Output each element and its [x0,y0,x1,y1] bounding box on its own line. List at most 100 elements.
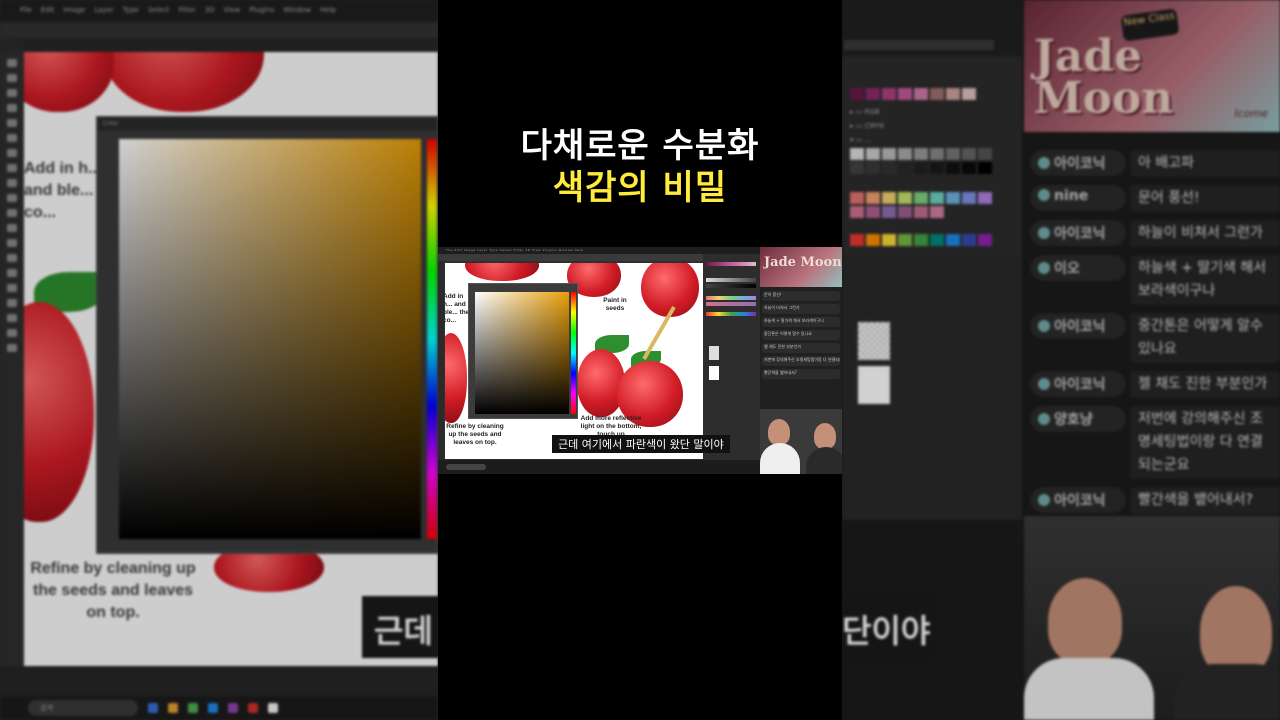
color-field[interactable] [119,139,421,539]
windows-taskbar: 검색 [0,696,438,720]
background-layer-thumbnail[interactable] [858,366,890,404]
folder-icon[interactable] [168,703,178,713]
marquee-tool-icon[interactable] [7,74,17,82]
photoshop-panels: ▸ ▭ RGB ▸ ▭ CMYK ▾ ▭ ... [842,0,1022,520]
inner-screen-recording: File Edit Image Layer Type Select Filter… [438,247,842,474]
stream-logo-panel: New Class Jade Moon Icome [1024,0,1280,132]
webcam-feed [1024,516,1280,720]
menu-filter[interactable]: Filter [178,6,195,22]
avatar [1038,320,1050,332]
menu-plugins[interactable]: Plugins [249,6,274,22]
chat-text: 문어 풍선! [1130,185,1280,212]
inner-webcam [760,409,842,474]
brush-tool-icon[interactable] [7,164,17,172]
chat-message: 아이코닉 젤 채도 진한 부분인가 [1030,371,1280,398]
avatar [1038,157,1050,169]
signature: Icome [1234,107,1268,120]
menu-layer[interactable]: Layer [94,6,114,22]
inner-hue-slider [571,292,576,414]
strawberry-art [445,333,467,423]
streamer-shirt [1174,664,1280,720]
select-tool-icon[interactable] [7,104,17,112]
inner-right-panels [703,254,760,462]
menu-3d[interactable]: 3D [205,6,215,22]
photoshop-icon[interactable] [208,703,218,713]
inner-layer-thumb [709,346,719,360]
zoom-tool-icon[interactable] [7,344,17,352]
chat-message: 아이코닉 중간톤은 어떻게 알수 있나요 [1030,313,1280,363]
eraser-tool-icon[interactable] [7,209,17,217]
layers-panel [842,256,1022,520]
swatch-folder-rgb[interactable]: ▸ ▭ RGB [850,108,880,116]
heal-tool-icon[interactable] [7,149,17,157]
status-bar [0,666,438,696]
menu-image[interactable]: Image [63,6,85,22]
type-tool-icon[interactable] [7,284,17,292]
app-icon[interactable] [248,703,258,713]
menu-select[interactable]: Select [148,6,170,22]
inner-color-picker [468,283,578,419]
history-brush-icon[interactable] [7,194,17,202]
crop-tool-icon[interactable] [7,119,17,127]
chat-text: 아 배고파 [1130,150,1280,177]
photoshop-menubar: File Edit Image Layer Type Select Filter… [0,0,438,22]
chat-username: 아이코닉 [1054,226,1106,242]
menu-window[interactable]: Window [283,6,311,22]
pen-tool-icon[interactable] [7,269,17,277]
inner-toolbar [438,261,444,461]
app-icon[interactable] [228,703,238,713]
menu-type[interactable]: Type [123,6,139,22]
short-video-frame[interactable]: 다채로운 수분화 색감의 비밀 File Edit Image Layer Ty… [438,0,842,720]
swatch-folder-cmyk[interactable]: ▸ ▭ CMYK [850,122,884,130]
chat-username: nine [1054,188,1089,204]
path-tool-icon[interactable] [7,299,17,307]
bg-caption-left: 근데 [362,596,438,658]
layer-thumbnail[interactable] [858,322,890,360]
menu-edit[interactable]: Edit [41,6,55,22]
chat-text: 빨간색을 뱉어내서? [1130,487,1280,514]
shape-tool-icon[interactable] [7,314,17,322]
color-picker-panel[interactable]: Color [96,116,438,554]
hue-slider[interactable] [427,139,437,539]
chat-text: 하늘이 비쳐서 그런가 [1130,220,1280,247]
swatch-row-bright [850,234,992,246]
avatar [1038,189,1050,201]
lasso-tool-icon[interactable] [7,89,17,97]
menu-file[interactable]: File [20,6,32,22]
inner-chat-line: 빨간색을 뱉어내서? [762,369,840,379]
inner-taskbar-search [446,464,486,470]
chrome-icon[interactable] [188,703,198,713]
inner-chat-line: 하늘이 비쳐서 그런가 [762,304,840,314]
inner-note-refine: Refine by cleaning up the seeds and leav… [446,423,504,446]
chat-text: 하늘색 + 딸기색 해서 보라색이구나 [1130,255,1280,305]
dodge-tool-icon[interactable] [7,254,17,262]
hand-tool-icon[interactable] [7,329,17,337]
move-tool-icon[interactable] [7,59,17,67]
stamp-tool-icon[interactable] [7,179,17,187]
inner-chat-line: 중간톤은 어떻게 알수 있나요 [762,330,840,340]
app-icon[interactable] [148,703,158,713]
chat-text: 젤 채도 진한 부분인가 [1130,371,1280,398]
inner-chat-line: 하늘색 + 딸기색 해서 보라색이구나 [762,317,840,327]
eyedropper-tool-icon[interactable] [7,134,17,142]
document-tab[interactable] [844,40,994,50]
swatch-folder-gray[interactable]: ▾ ▭ ... [850,136,871,144]
menu-help[interactable]: Help [320,6,336,22]
avatar [1038,494,1050,506]
avatar [1038,227,1050,239]
chat-text: 중간톤은 어떻게 알수 있나요 [1130,313,1280,363]
taskbar-search[interactable]: 검색 [28,700,138,716]
document-tabs [24,38,438,52]
streamer-shirt [1024,658,1154,720]
inner-color-field [475,292,569,414]
menu-view[interactable]: View [224,6,241,22]
chat-message: nine 문어 풍선! [1030,185,1280,212]
blur-tool-icon[interactable] [7,239,17,247]
chat-message: 아이코닉 아 배고파 [1030,150,1280,177]
inner-note-paint-seeds: Paint in seeds [603,297,627,312]
gradient-tool-icon[interactable] [7,224,17,232]
swatch-row-gray [850,148,992,160]
app-icon[interactable] [268,703,278,713]
chat-username: 아이코닉 [1054,319,1106,335]
swatch-row-pastel [850,192,992,204]
